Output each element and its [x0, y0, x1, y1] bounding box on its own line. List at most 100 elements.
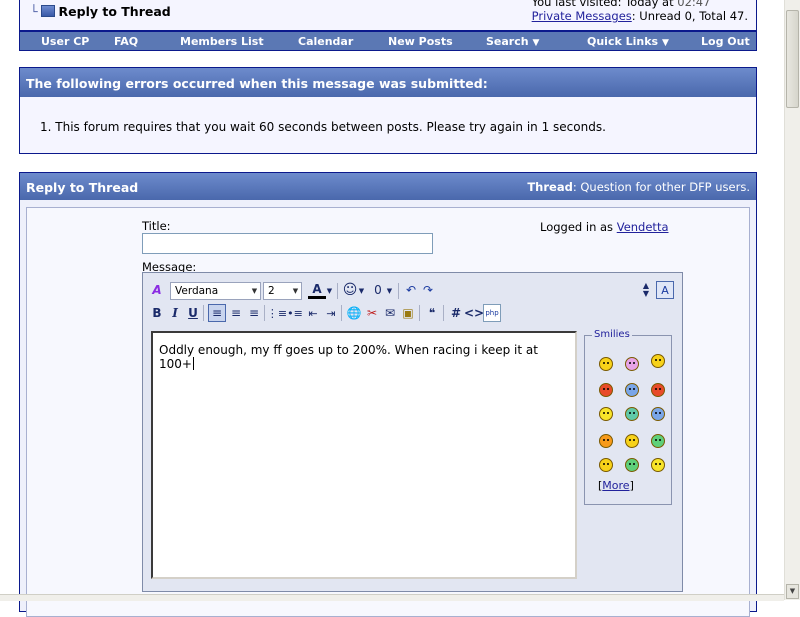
quote-icon[interactable]: ❝ — [423, 304, 441, 322]
redo-icon[interactable]: ↷ — [419, 281, 437, 299]
insert-link-icon[interactable]: 🌐 — [345, 304, 363, 322]
switch-mode-icon[interactable]: A — [656, 281, 674, 299]
smiley-icon[interactable] — [599, 434, 613, 448]
smiley-icon[interactable] — [625, 434, 639, 448]
dropdown-arrow-icon: ▼ — [532, 38, 540, 48]
logged-in-label: Logged in as — [540, 220, 614, 234]
font-select[interactable]: Verdana ▼ — [170, 282, 261, 300]
folder-icon — [40, 5, 55, 17]
nav-quick-links[interactable]: Quick Links ▼ — [587, 35, 669, 48]
underline-button[interactable]: U — [184, 304, 202, 322]
dropdown-arrow-icon[interactable]: ▼ — [325, 282, 334, 300]
wrap-php-icon[interactable]: php — [483, 304, 501, 322]
font-select-value: Verdana — [175, 285, 219, 297]
insert-image-icon[interactable]: ▣ — [399, 304, 417, 322]
smilies-legend: Smilies — [592, 329, 632, 340]
ordered-list-icon[interactable]: ⋮≡ — [267, 304, 287, 322]
smiley-icon[interactable] — [599, 458, 613, 472]
size-select-value: 2 — [268, 285, 275, 297]
user-status: You last visited: Today at 02:47 Private… — [532, 0, 748, 23]
thread-info: Thread: Question for other DFP users. — [527, 180, 750, 194]
smiley-icon[interactable] — [651, 383, 665, 397]
nav-search[interactable]: Search ▼ — [486, 35, 539, 48]
nav-new-posts[interactable]: New Posts — [388, 35, 453, 48]
tree-connector-icon: └ — [30, 4, 38, 19]
smiley-icon[interactable] — [651, 458, 665, 472]
smilies-box: Smilies [More] — [584, 329, 672, 505]
smiley-icon[interactable] — [651, 407, 665, 421]
smiley-icon[interactable] — [651, 434, 665, 448]
undo-icon[interactable]: ↶ — [402, 281, 420, 299]
resize-icon[interactable]: ▲ ▼ — [637, 281, 655, 299]
unordered-list-icon[interactable]: •≡ — [286, 304, 304, 322]
remove-link-icon[interactable]: ✂ — [363, 304, 381, 322]
toolbar-separator — [264, 305, 265, 321]
reply-heading: Reply to Thread — [26, 180, 139, 195]
thread-label: Thread — [527, 180, 573, 194]
thread-name: : Question for other DFP users. — [572, 180, 750, 194]
toolbar-separator — [419, 305, 420, 321]
more-smilies-link[interactable]: More — [602, 479, 629, 492]
last-visited-time: 02:47 — [677, 0, 711, 9]
vertical-scrollbar[interactable]: ▼ — [784, 0, 800, 600]
wrap-code-icon[interactable]: # — [447, 304, 465, 322]
dropdown-arrow-icon[interactable]: ▼ — [385, 282, 394, 300]
dropdown-arrow-icon: ▼ — [292, 287, 299, 295]
nav-search-label: Search — [486, 35, 529, 48]
italic-button[interactable]: I — [166, 304, 184, 322]
message-text: Oddly enough, my ff goes up to 200%. Whe… — [159, 343, 538, 371]
reply-panel: Reply to Thread Thread: Question for oth… — [19, 172, 757, 617]
toolbar-separator — [337, 283, 338, 299]
text-caret — [192, 357, 194, 370]
pm-status: : Unread 0, Total 47. — [631, 9, 748, 23]
align-center-icon[interactable]: ≡ — [227, 304, 245, 322]
error-heading: The following errors occurred when this … — [20, 68, 756, 97]
smiley-icon[interactable] — [651, 354, 665, 368]
scrollbar-thumb[interactable] — [786, 10, 799, 108]
toolbar-separator — [341, 305, 342, 321]
smiley-icon[interactable] — [599, 407, 613, 421]
message-textarea[interactable]: Oddly enough, my ff goes up to 200%. Whe… — [151, 331, 577, 579]
smiley-icon[interactable] — [599, 357, 613, 371]
scroll-down-arrow-icon[interactable]: ▼ — [786, 584, 799, 599]
dropdown-arrow-icon[interactable]: ▼ — [357, 282, 366, 300]
indent-icon[interactable]: ⇥ — [322, 304, 340, 322]
wrap-html-icon[interactable]: <> — [464, 304, 484, 322]
logged-in-info: Logged in as Vendetta — [540, 220, 669, 234]
nav-user-cp[interactable]: User CP — [41, 35, 89, 48]
bold-button[interactable]: B — [148, 304, 166, 322]
nav-members-list[interactable]: Members List — [180, 35, 264, 48]
nav-calendar[interactable]: Calendar — [298, 35, 353, 48]
toolbar-separator — [443, 305, 444, 321]
nav-quick-links-label: Quick Links — [587, 35, 659, 48]
more-bracket-close: ] — [629, 479, 634, 492]
error-message: 1. This forum requires that you wait 60 … — [40, 120, 606, 134]
smiley-icon[interactable] — [625, 407, 639, 421]
navbar: User CP FAQ Members List Calendar New Po… — [19, 31, 757, 51]
error-box: The following errors occurred when this … — [19, 67, 757, 154]
last-visited-value: Today at — [625, 0, 674, 9]
align-right-icon[interactable]: ≡ — [245, 304, 263, 322]
title-label: Title: — [142, 219, 171, 233]
reply-form: Title: Logged in as Vendetta Message: A … — [26, 207, 750, 617]
smiley-icon[interactable] — [625, 383, 639, 397]
reply-heading-bar: Reply to Thread Thread: Question for oth… — [20, 173, 756, 200]
nav-log-out[interactable]: Log Out — [701, 35, 750, 48]
outdent-icon[interactable]: ⇤ — [304, 304, 322, 322]
header-panel: └ Reply to Thread You last visited: Today… — [19, 0, 757, 31]
nav-faq[interactable]: FAQ — [114, 35, 138, 48]
last-visited-label: You last visited: — [531, 0, 622, 9]
align-left-icon[interactable]: ≡ — [208, 304, 226, 322]
dropdown-arrow-icon: ▼ — [661, 38, 669, 48]
toolbar-separator — [203, 305, 204, 321]
username-link[interactable]: Vendetta — [617, 220, 669, 234]
remove-format-icon[interactable]: A — [148, 281, 166, 299]
smiley-icon[interactable] — [625, 357, 639, 371]
insert-email-icon[interactable]: ✉ — [381, 304, 399, 322]
size-select[interactable]: 2 ▼ — [263, 282, 302, 300]
smiley-icon[interactable] — [625, 458, 639, 472]
font-color-icon[interactable]: A — [308, 281, 326, 299]
title-input[interactable] — [142, 233, 433, 254]
private-messages-link[interactable]: Private Messages — [532, 9, 632, 23]
smiley-icon[interactable] — [599, 383, 613, 397]
